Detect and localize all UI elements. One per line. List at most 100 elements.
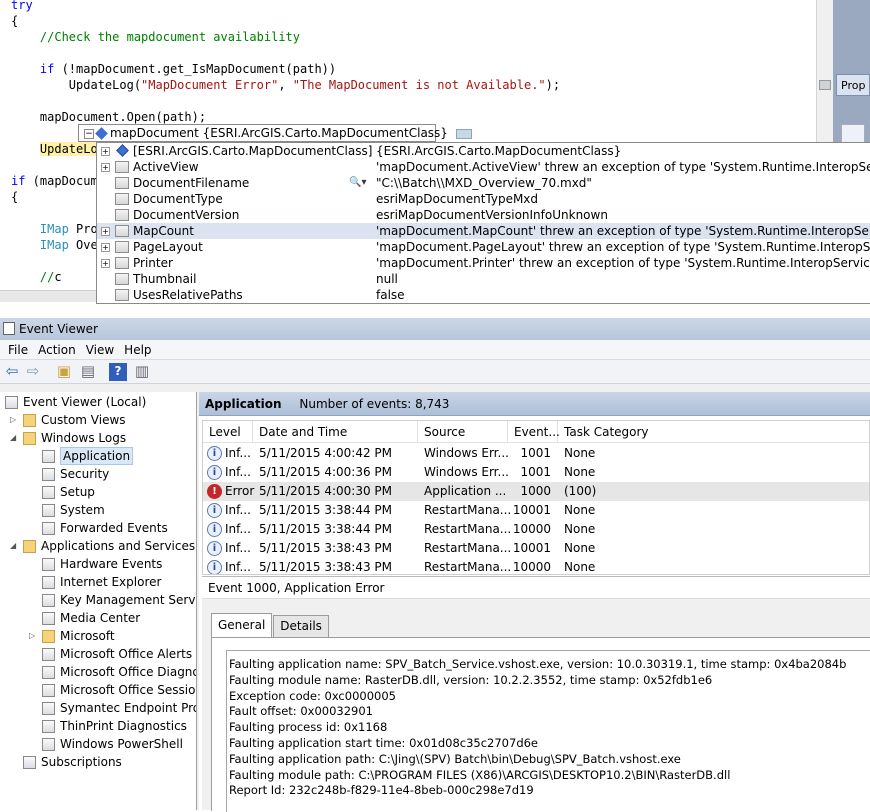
up-folder-icon[interactable]: ▣	[55, 363, 73, 381]
datatip-member-row[interactable]: DocumentVersion esriMapDocumentVersionInf…	[97, 207, 870, 223]
events-table[interactable]: Level Date and Time Source Event... Task…	[202, 420, 870, 575]
tree-item-log[interactable]: System	[29, 501, 196, 519]
properties-tab[interactable]: Prop	[836, 74, 870, 96]
expand-icon[interactable]: +	[101, 163, 110, 172]
collapse-icon[interactable]: −	[84, 128, 94, 139]
tree-item-log[interactable]: Internet Explorer	[29, 573, 196, 591]
datatip-member-row[interactable]: DocumentFilename 🔍▾ "C:\\Batch\\MXD_Overvi…	[97, 175, 870, 191]
navigation-tree[interactable]: Event Viewer (Local) ▷ Custom Views ◢ Window…	[0, 392, 197, 810]
expand-icon[interactable]: +	[101, 227, 110, 236]
datatip-header[interactable]: − mapDocument {ESRI.ArcGIS.Carto.MapDocum…	[78, 124, 472, 142]
tree-item-log[interactable]: Security	[29, 465, 196, 483]
datatip-member-row[interactable]: + [ESRI.ArcGIS.Carto.MapDocumentClass] {ES…	[97, 143, 870, 159]
menu-file[interactable]: File	[3, 340, 33, 359]
show-hide-tree-icon[interactable]: ▤	[79, 363, 97, 381]
cell-source: RestartMana...	[424, 560, 512, 574]
member-value: esriMapDocumentVersionInfoUnknown	[376, 208, 608, 222]
tree-item-log[interactable]: Microsoft Office Alerts	[29, 645, 196, 663]
member-name: ActiveView	[133, 160, 199, 174]
tree-item-log[interactable]: Media Center	[29, 609, 196, 627]
expand-icon[interactable]: +	[101, 147, 110, 156]
table-row[interactable]: i Inf... 5/11/2015 3:38:44 PM RestartMana..…	[203, 520, 869, 539]
text-visualizer-icon[interactable]: 🔍▾	[349, 175, 366, 191]
tree-item-log[interactable]: Hardware Events	[29, 555, 196, 573]
datatip-members-list[interactable]: + [ESRI.ArcGIS.Carto.MapDocumentClass] {ES…	[96, 142, 870, 304]
tree-item-log[interactable]: Microsoft Office Diagnos	[29, 663, 196, 681]
column-event-id[interactable]: Event...	[508, 421, 560, 443]
tree-item-log[interactable]: Windows PowerShell	[29, 735, 196, 753]
log-icon	[42, 468, 55, 481]
folder-icon	[23, 540, 36, 553]
table-row[interactable]: ! Error 5/11/2015 4:00:30 PM Application ..…	[203, 482, 869, 501]
column-date-time[interactable]: Date and Time	[253, 421, 418, 443]
tree-root-event-viewer[interactable]: Event Viewer (Local)	[0, 393, 196, 411]
cell-date: 5/11/2015 4:00:42 PM	[259, 446, 393, 460]
tree-item-log[interactable]: Microsoft Office Sessions	[29, 681, 196, 699]
menu-action[interactable]: Action	[33, 340, 81, 359]
cell-id: 10000	[512, 560, 551, 574]
menu-view[interactable]: View	[81, 340, 119, 359]
tree-item-label: Symantec Endpoint Prote	[60, 701, 197, 715]
column-source[interactable]: Source	[418, 421, 508, 443]
datatip-member-row[interactable]: + Printer 'mapDocument.Printer' threw an e…	[97, 255, 870, 271]
property-icon	[115, 241, 129, 253]
watch-icon	[95, 127, 108, 140]
menu-help[interactable]: Help	[119, 340, 156, 359]
datatip-member-row[interactable]: + ActiveView 'mapDocument.ActiveView' thre…	[97, 159, 870, 175]
table-row[interactable]: i Inf... 5/11/2015 4:00:36 PM Windows Err..…	[203, 463, 869, 482]
show-hide-action-pane-icon[interactable]: ▥	[133, 363, 151, 381]
code-line: UpdateLog("MapDocument Error", "The MapD…	[68, 78, 561, 92]
tree-item-log[interactable]: Key Management Service	[29, 591, 196, 609]
error-icon: !	[207, 484, 222, 499]
expand-arrow-icon[interactable]: ▷	[29, 627, 39, 645]
member-name: DocumentVersion	[133, 208, 240, 222]
tree-item-apps-services[interactable]: ◢ Applications and Services Lo	[10, 537, 196, 555]
table-row[interactable]: i Inf... 5/11/2015 3:38:43 PM RestartMana..…	[203, 558, 869, 574]
tree-item-log[interactable]: ThinPrint Diagnostics	[29, 717, 196, 735]
cell-source: RestartMana...	[424, 522, 512, 536]
expand-arrow-icon[interactable]: ◢	[10, 537, 20, 555]
forward-arrow-icon[interactable]: ⇨	[24, 363, 42, 381]
property-icon	[115, 177, 129, 189]
cell-task: (100)	[564, 484, 597, 498]
table-row[interactable]: i Inf... 5/11/2015 3:38:44 PM RestartMana..…	[203, 501, 869, 520]
datatip-member-row[interactable]: Thumbnail null	[97, 271, 870, 287]
back-arrow-icon[interactable]: ⇦	[3, 363, 21, 381]
title-bar: Event Viewer	[0, 318, 870, 340]
help-icon[interactable]: ?	[109, 363, 127, 381]
table-row[interactable]: i Inf... 5/11/2015 3:38:43 PM RestartMana..…	[203, 539, 869, 558]
tree-item-windows-logs[interactable]: ◢ Windows Logs	[10, 429, 196, 447]
code-editor[interactable]: try { //Check the mapdocument availabilit…	[0, 0, 870, 308]
log-icon	[42, 702, 55, 715]
tree-item-log[interactable]: Symantec Endpoint Prote	[29, 699, 197, 717]
pin-icon[interactable]	[455, 128, 472, 139]
datatip-member-row[interactable]: + MapCount 'mapDocument.MapCount' threw an…	[97, 223, 870, 239]
expand-icon[interactable]: +	[101, 243, 110, 252]
datatip-member-row[interactable]: UsesRelativePaths false	[97, 287, 870, 303]
description-line: Exception code: 0xc0000005	[229, 688, 396, 703]
datatip-member-row[interactable]: DocumentType esriMapDocumentTypeMxd	[97, 191, 870, 207]
column-task-category[interactable]: Task Category	[558, 421, 869, 443]
expand-arrow-icon[interactable]: ◢	[10, 429, 20, 447]
tree-item-log[interactable]: ▷ Microsoft	[29, 627, 196, 645]
cell-date: 5/11/2015 4:00:36 PM	[259, 465, 393, 479]
log-icon	[42, 666, 55, 679]
tree-item-custom-views[interactable]: ▷ Custom Views	[10, 411, 196, 429]
tab-general[interactable]: General	[211, 613, 273, 637]
tree-item-subscriptions[interactable]: Subscriptions	[10, 753, 196, 771]
expand-arrow-icon[interactable]: ▷	[10, 411, 20, 429]
log-icon	[42, 576, 55, 589]
tree-item-label: Microsoft	[60, 629, 115, 643]
event-description[interactable]: Faulting application name: SPV_Batch_Ser…	[226, 650, 870, 812]
datatip-member-row[interactable]: + PageLayout 'mapDocument.PageLayout' thre…	[97, 239, 870, 255]
tree-item-log[interactable]: Setup	[29, 483, 196, 501]
expand-icon[interactable]: +	[101, 259, 110, 268]
table-row[interactable]: i Inf... 5/11/2015 4:00:42 PM Windows Err..…	[203, 444, 869, 463]
scrollbar-thumb[interactable]	[819, 80, 831, 90]
column-level[interactable]: Level	[203, 421, 253, 443]
tree-item-log[interactable]: Forwarded Events	[29, 519, 196, 537]
cell-level: Inf...	[225, 503, 251, 517]
tab-details[interactable]: Details	[273, 615, 329, 637]
tree-item-log[interactable]: Application	[29, 447, 196, 465]
property-icon	[115, 273, 129, 285]
